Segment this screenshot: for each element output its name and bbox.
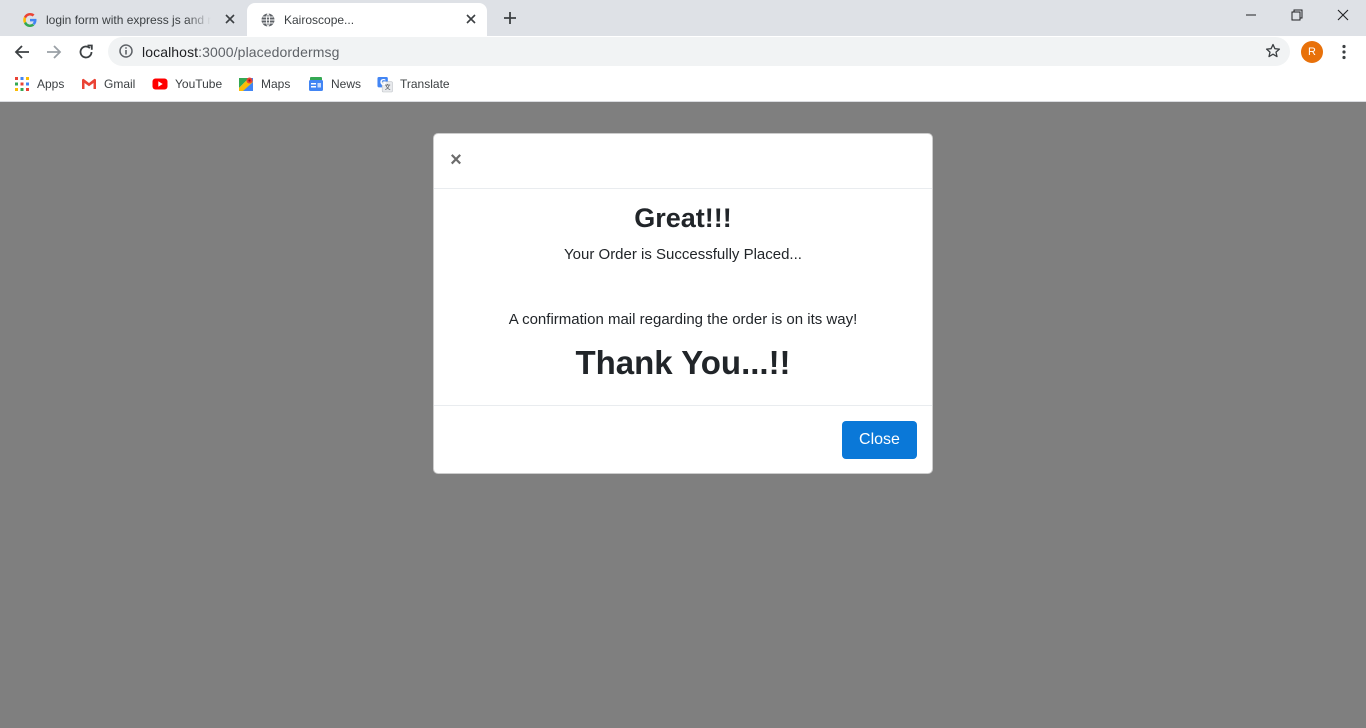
- modal-body: Great!!! Your Order is Successfully Plac…: [434, 189, 932, 405]
- arrow-left-icon: [14, 45, 29, 59]
- youtube-icon: [152, 76, 168, 92]
- tab-login-form[interactable]: login form with express js and mysql: [8, 3, 246, 36]
- confirmation-mail-message: A confirmation mail regarding the order …: [508, 311, 858, 328]
- modal-footer: Close: [434, 405, 932, 473]
- arrow-right-icon: [47, 45, 62, 59]
- plus-icon: [504, 12, 516, 24]
- minimize-icon: [1246, 14, 1256, 16]
- bookmark-translate[interactable]: G Translate: [377, 75, 450, 93]
- url-path: :3000/placedordermsg: [198, 44, 340, 60]
- tab-kairoscope[interactable]: Kairoscope...: [247, 3, 487, 36]
- order-confirmation-modal: × Great!!! Your Order is Successfully Pl…: [433, 133, 933, 474]
- close-tab-icon[interactable]: [463, 11, 479, 27]
- modal-subtitle: Your Order is Successfully Placed...: [564, 246, 802, 263]
- profile-avatar[interactable]: R: [1301, 41, 1323, 63]
- thank-you-heading: Thank You...!!: [575, 344, 791, 381]
- browser-toolbar: localhost:3000/placedordermsg R: [0, 36, 1366, 68]
- site-info-icon[interactable]: [118, 43, 134, 59]
- bookmark-label: Maps: [261, 77, 291, 91]
- modal-close-icon[interactable]: ×: [448, 150, 464, 170]
- bookmark-label: YouTube: [175, 77, 223, 91]
- bookmark-star-icon[interactable]: [1264, 42, 1282, 60]
- bookmark-maps[interactable]: Maps: [238, 75, 290, 93]
- bookmark-news[interactable]: News: [308, 75, 361, 93]
- bookmark-gmail[interactable]: Gmail: [81, 75, 135, 93]
- close-icon: [1337, 9, 1349, 21]
- modal-header: ×: [434, 134, 932, 189]
- reload-icon: [79, 44, 93, 59]
- minimize-button[interactable]: [1228, 0, 1274, 30]
- url-text: localhost:3000/placedordermsg: [142, 44, 339, 60]
- apps-grid-icon: [14, 76, 30, 92]
- bookmark-youtube[interactable]: YouTube: [152, 75, 222, 93]
- browser-menu-button[interactable]: [1334, 40, 1354, 64]
- tab-strip: login form with express js and mysql Kai…: [0, 0, 1366, 36]
- globe-icon: [260, 12, 276, 28]
- bookmark-apps[interactable]: Apps: [14, 75, 64, 93]
- bookmark-label: Translate: [400, 77, 450, 91]
- svg-text:G: G: [380, 77, 386, 86]
- bookmark-label: Gmail: [104, 77, 136, 91]
- bookmark-label: Apps: [37, 77, 65, 91]
- maps-icon: [238, 76, 254, 92]
- url-host: localhost: [142, 44, 199, 60]
- tab-title: login form with express js and mysql: [46, 12, 211, 27]
- tab-title: Kairoscope...: [284, 12, 355, 27]
- forward-button[interactable]: [40, 38, 68, 66]
- google-g-icon: [22, 12, 38, 28]
- modal-title: Great!!!: [634, 203, 732, 233]
- address-bar[interactable]: localhost:3000/placedordermsg: [108, 37, 1290, 66]
- reload-button[interactable]: [72, 38, 100, 66]
- restore-button[interactable]: [1274, 0, 1320, 30]
- back-button[interactable]: [8, 38, 36, 66]
- restore-icon: [1291, 9, 1303, 21]
- window-close-button[interactable]: [1320, 0, 1366, 30]
- more-vert-icon: [1342, 44, 1346, 60]
- new-tab-button[interactable]: [498, 6, 522, 30]
- bookmark-label: News: [331, 77, 362, 91]
- close-tab-icon[interactable]: [222, 11, 238, 27]
- profile-initial: R: [1308, 46, 1316, 58]
- bookmarks-bar: Apps Gmail YouTube Maps News G Translate: [0, 68, 1366, 102]
- translate-icon: G: [377, 76, 393, 92]
- news-icon: [308, 76, 324, 92]
- gmail-icon: [81, 76, 97, 92]
- close-button[interactable]: Close: [842, 421, 917, 459]
